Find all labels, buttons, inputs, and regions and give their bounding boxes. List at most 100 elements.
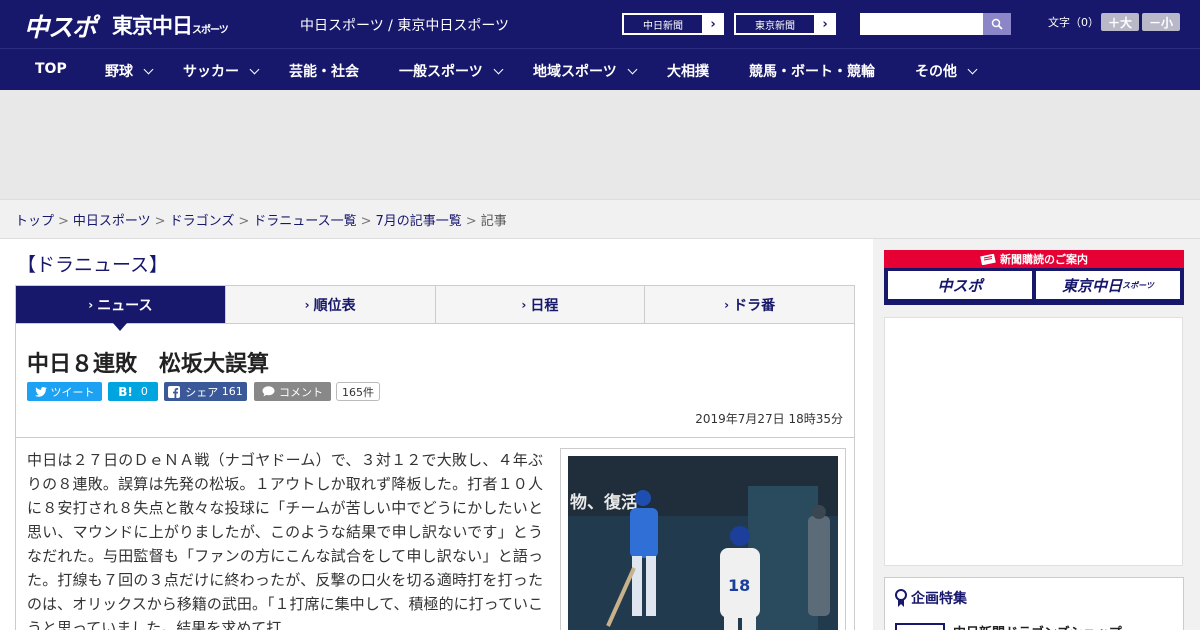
nav-item-racing[interactable]: 競馬・ボート・競輪 [749,61,875,81]
jersey-number: 18 [728,576,750,595]
tab-news[interactable]: › ニュース [16,286,226,331]
feature-box: 企画特集 中日新聞ドラゴンズショップ [884,577,1184,630]
ribbon-icon [895,589,907,607]
article-body: 中日は２７日のＤｅＮＡ戦（ナゴヤドーム）で、３対１２で大敗し、４年ぶりの８連敗。… [15,438,855,630]
tab-standings[interactable]: › 順位表 [226,286,436,323]
breadcrumb-top[interactable]: トップ [15,214,54,229]
breadcrumb-separator: > [58,214,69,229]
nav-label: サッカー [183,64,239,80]
main-nav: TOP 野球 サッカー 芸能・社会 一般スポーツ 地域スポーツ 大相撲 競馬・ボ… [0,48,1200,90]
hatena-count: 0 [140,385,148,398]
search-icon [991,18,1003,30]
newspaper-icon [980,253,996,265]
speech-bubble-icon [262,386,275,397]
nav-label: 一般スポーツ [399,64,483,80]
breadcrumb-july-articles[interactable]: 7月の記事一覧 [376,214,462,229]
tab-label: 順位表 [313,297,356,314]
search-input[interactable] [860,13,983,35]
nav-item-entertainment[interactable]: 芸能・社会 [289,61,359,81]
breadcrumb-separator: > [154,214,166,229]
search-box [860,13,1011,35]
tokyo-shimbun-label: 東京新聞 [735,14,815,34]
nav-item-local-sports[interactable]: 地域スポーツ [533,61,638,81]
tab-label: ニュース [97,297,153,314]
tokyo-logo-small: スポーツ [192,25,229,36]
top-header: 中スポ 東京中日スポーツ 中日スポーツ / 東京中日スポーツ 中日新聞 › 東京… [0,0,1200,48]
chevron-down-icon [493,64,504,75]
twitter-icon [34,386,47,397]
nav-item-other[interactable]: その他 [915,61,978,81]
tab-schedule[interactable]: › 日程 [436,286,646,323]
nav-item-baseball[interactable]: 野球 [105,61,154,81]
chevron-down-icon [967,64,978,75]
tab-label: ドラ番 [733,297,776,314]
chunichi-shimbun-label: 中日新聞 [623,14,703,34]
feature-item[interactable]: 中日新聞ドラゴンズショップ [895,622,1122,630]
facebook-share-button[interactable]: シェア 161 [164,382,247,401]
chevron-down-icon [249,64,260,75]
chevron-right-icon: › [724,297,730,312]
tokyo-shimbun-link[interactable]: 東京新聞 › [734,13,836,35]
article-photo[interactable]: 物、復活 18 [568,456,838,630]
tweet-label: ツイート [50,385,95,399]
nav-item-general-sports[interactable]: 一般スポーツ [399,61,504,81]
ad-banner-area [0,90,1200,200]
subscribe-tokyo-label: 東京中日 [1062,276,1123,295]
nav-item-top[interactable]: TOP [35,61,67,77]
subscribe-tokyo-chunichi-button[interactable]: 東京中日 スポーツ [1036,271,1180,299]
font-size-label: 文字（0） [1048,16,1099,29]
article-date: 2019年7月27日 18時35分 [695,412,843,426]
comment-button[interactable]: コメント [254,382,331,401]
tab-draban[interactable]: › ドラ番 [645,286,854,323]
facebook-icon [168,385,181,398]
breadcrumb-separator: > [360,214,372,229]
nav-label: 地域スポーツ [533,64,617,80]
breadcrumb-dra-news-list[interactable]: ドラニュース一覧 [253,214,356,229]
subscribe-chuspo-button[interactable]: 中スポ [888,271,1032,299]
comment-count-badge[interactable]: 165件 [336,382,380,401]
tweet-button[interactable]: ツイート [27,382,102,401]
dragons-tabs: › ニュース › 順位表 › 日程 › ドラ番 [15,285,855,331]
breadcrumb-current: 記事 [480,214,507,229]
subscription-title-text: 新聞購読のご案内 [1000,253,1088,266]
subscribe-tokyo-small: スポーツ [1122,280,1154,290]
chevron-down-icon [627,64,638,75]
tab-label: 日程 [530,297,559,314]
chunichi-shimbun-link[interactable]: 中日新聞 › [622,13,724,35]
hatena-icon: B! [118,384,133,399]
nav-item-sumo[interactable]: 大相撲 [667,61,709,81]
subscription-banner: 新聞購読のご案内 中スポ 東京中日 スポーツ [884,250,1184,305]
article-text: 中日は２７日のＤｅＮＡ戦（ナゴヤドーム）で、３対１２で大敗し、４年ぶりの８連敗。… [27,451,543,630]
chevron-right-icon: › [88,297,94,312]
feature-title-text: 企画特集 [911,591,967,607]
article-headline: 中日８連敗 松坂大誤算 [27,352,270,377]
search-button[interactable] [983,13,1011,35]
feature-item-label: 中日新聞ドラゴンズショップ [953,622,1122,630]
stadium-banner-text: 物、復活 [570,492,638,513]
nav-label: その他 [915,64,957,80]
tokyo-chunichi-logo[interactable]: 東京中日スポーツ [112,10,229,40]
section-title: 【ドラニュース】 [17,254,169,276]
nav-label: 野球 [105,64,133,80]
article-header: 中日８連敗 松坂大誤算 ツイート B! 0 シェア 161 コメント 165件 … [15,324,855,438]
feature-thumbnail [895,622,945,630]
chuspo-logo[interactable]: 中スポ [24,8,97,44]
tokyo-logo-text: 東京中日 [112,14,193,38]
nav-label: TOP [35,61,67,77]
article-photo-frame[interactable]: 物、復活 18 [560,448,846,630]
chevron-right-icon: › [822,16,828,32]
chevron-down-icon [143,64,154,75]
feature-title: 企画特集 [895,588,967,608]
breadcrumb-separator: > [238,214,250,229]
breadcrumb-chunichi-sports[interactable]: 中日スポーツ [73,214,151,229]
chevron-right-icon: › [521,297,527,312]
hatena-bookmark-button[interactable]: B! 0 [108,382,158,401]
nav-item-soccer[interactable]: サッカー [183,61,260,81]
font-smaller-button[interactable]: －小 [1142,13,1180,31]
baseball-photo-illustration: 物、復活 18 [568,456,838,630]
site-name: 中日スポーツ / 東京中日スポーツ [300,18,510,34]
breadcrumb-dragons[interactable]: ドラゴンズ [170,214,235,229]
nav-label: 芸能・社会 [289,64,359,80]
font-larger-button[interactable]: ＋大 [1101,13,1139,31]
nav-label: 大相撲 [667,64,709,80]
